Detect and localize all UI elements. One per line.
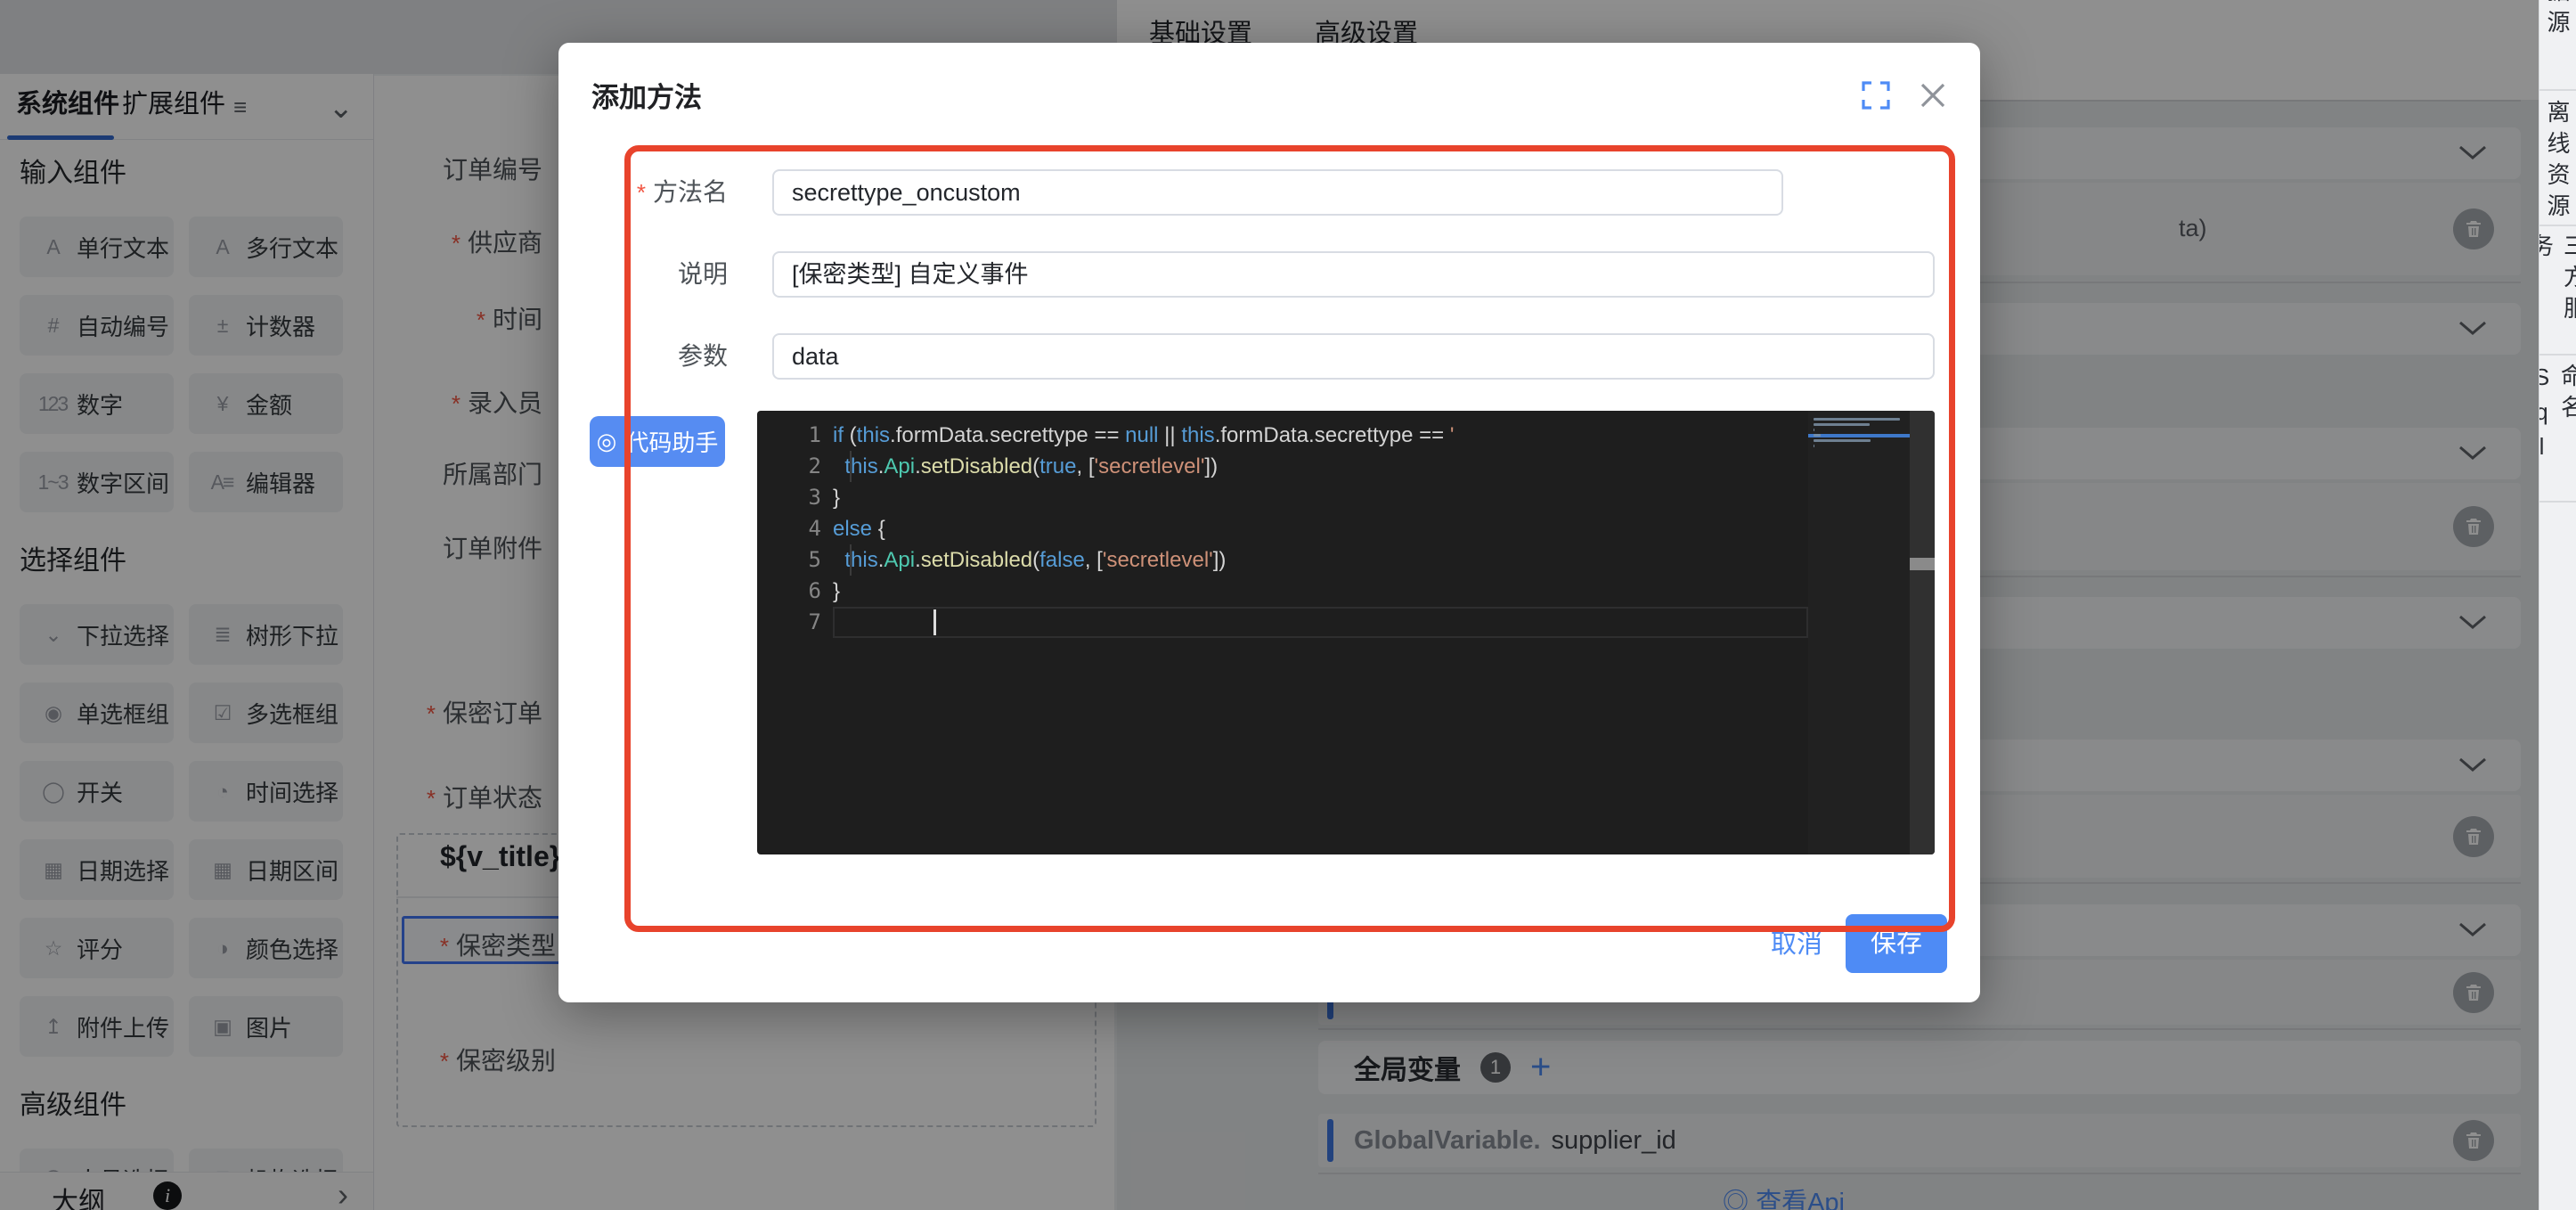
indent-guide (850, 544, 852, 576)
cancel-button[interactable]: 取消 (1752, 927, 1841, 962)
minimap-line (1814, 418, 1900, 421)
description-label: 说明 (576, 251, 728, 298)
params-label: 参数 (576, 333, 728, 380)
save-button[interactable]: 保存 (1846, 914, 1947, 973)
params-row: 参数 data (558, 333, 1980, 380)
dialog-title: 添加方法 (591, 75, 702, 115)
tab-offline-resources[interactable]: 离线资源 (2539, 100, 2576, 225)
resource-tab-strip: 据源 离线资源 三方服务 命名Sql (2539, 0, 2576, 1210)
add-method-dialog: 添加方法 *方法名 secrettype_oncustom 说明 [保密类型] … (558, 43, 1980, 1002)
code-line-5[interactable]: this.Api.setDisabled(false, ['secretleve… (833, 544, 1783, 576)
minimap-line (1814, 439, 1871, 442)
method-name-input[interactable]: secrettype_oncustom (772, 169, 1783, 216)
tab-named-sql[interactable]: 命名Sql (2539, 364, 2576, 501)
editor-scrollbar (1910, 411, 1935, 854)
code-line-6[interactable]: } (833, 576, 1783, 607)
method-name-label: *方法名 (576, 169, 728, 216)
tab-third-party-services[interactable]: 三方服务 (2539, 233, 2576, 354)
line-numbers: 1234567 (757, 420, 821, 638)
code-line-2[interactable]: this.Api.setDisabled(true, ['secretlevel… (833, 451, 1783, 482)
description-row: 说明 [保密类型] 自定义事件 (558, 251, 1980, 298)
code-content[interactable]: if (this.formData.secrettype == null || … (833, 420, 1783, 638)
tab-data-source[interactable]: 据源 (2539, 0, 2576, 89)
close-icon[interactable] (1918, 80, 1948, 110)
indent-guide (850, 451, 852, 482)
scrollbar-thumb[interactable] (1910, 558, 1935, 570)
form-designer-app: 系统组件 扩展组件 ≡ ⌄ 输入组件A单行文本A多行文本#自动编号±计数器123… (0, 0, 2576, 1210)
minimap-line (1814, 423, 1870, 426)
code-assistant-button[interactable]: ◎ 代码助手 (590, 416, 725, 467)
minimap-line (1814, 434, 1821, 437)
code-editor[interactable]: 1234567 if (this.formData.secrettype == … (757, 411, 1935, 854)
fullscreen-icon[interactable] (1861, 80, 1891, 110)
text-cursor (933, 609, 936, 635)
method-name-row: *方法名 secrettype_oncustom (558, 169, 1980, 216)
params-input[interactable]: data (772, 333, 1935, 380)
current-line-highlight (833, 607, 1808, 638)
assistant-icon: ◎ (597, 428, 617, 455)
description-input[interactable]: [保密类型] 自定义事件 (772, 251, 1935, 298)
code-line-4[interactable]: else { (833, 513, 1783, 544)
code-line-3[interactable]: } (833, 482, 1783, 513)
code-line-1[interactable]: if (this.formData.secrettype == null || … (833, 420, 1783, 451)
minimap-slider (1808, 434, 1910, 437)
editor-minimap[interactable] (1808, 411, 1910, 854)
